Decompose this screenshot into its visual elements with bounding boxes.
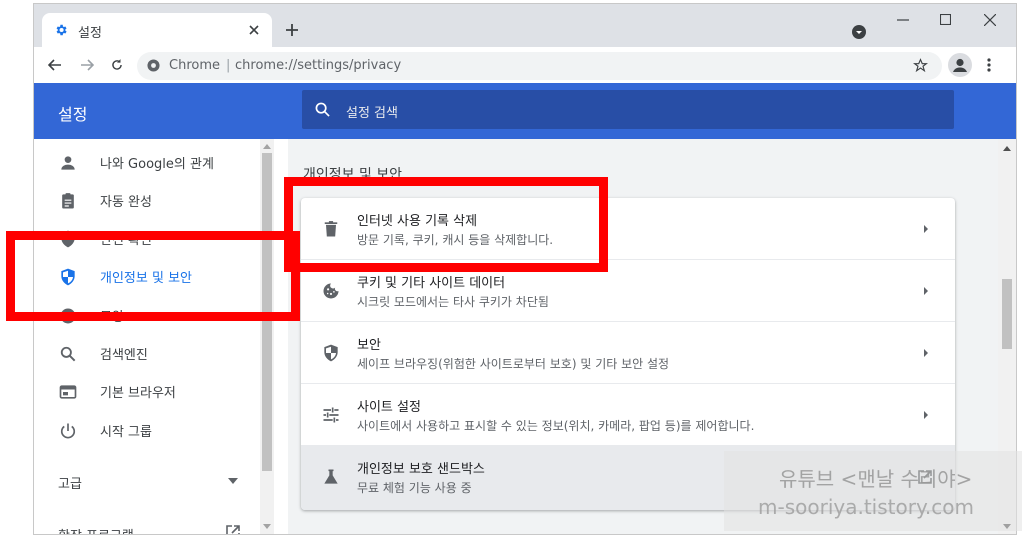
tab-settings[interactable]: 설정: [42, 13, 272, 47]
row-title: 쿠키 및 기타 사이트 데이터: [357, 276, 506, 291]
highlight-box-privacy-menu: [6, 231, 300, 321]
main-scroll-thumb[interactable]: [1002, 279, 1012, 349]
row-subtitle: 시크릿 모드에서는 타사 쿠키가 차단됨: [357, 295, 549, 309]
title-bar: 설정: [34, 4, 1016, 47]
gear-icon: [56, 24, 67, 36]
search-input[interactable]: 설정 검색: [302, 90, 954, 129]
sidebar-item-on-startup[interactable]: 시작 그룹: [34, 411, 264, 449]
back-icon[interactable]: [48, 59, 62, 71]
minimize-icon[interactable]: [897, 18, 909, 22]
address-separator: |: [226, 58, 231, 73]
maximize-icon[interactable]: [940, 14, 951, 25]
sidebar-item-label: 시작 그룹: [100, 425, 152, 440]
sidebar-advanced[interactable]: 고급: [34, 465, 260, 495]
row-title: 개인정보 보호 샌드박스: [357, 462, 485, 477]
tab-title: 설정: [78, 26, 102, 41]
star-icon[interactable]: [913, 58, 928, 73]
sliders-icon: [323, 407, 339, 423]
scroll-down-icon[interactable]: [263, 524, 271, 529]
sidebar-scrollbar[interactable]: [260, 139, 274, 534]
sidebar-item-label: 기본 브라우저: [100, 386, 176, 401]
watermark: 유튜브 <맨날 수리야> m-sooriya.tistory.com: [724, 451, 1022, 531]
advanced-label: 고급: [58, 477, 82, 492]
flask-icon: [324, 469, 338, 484]
power-icon: [60, 423, 76, 439]
sidebar-item-label: 자동 완성: [100, 195, 152, 210]
chevron-right-icon: [924, 349, 928, 357]
row-subtitle: 무료 체험 기능 사용 중: [357, 481, 472, 495]
sidebar-item-default-browser[interactable]: 기본 브라우저: [34, 372, 264, 410]
page-title: 설정: [58, 105, 88, 124]
search-icon: [60, 346, 76, 362]
cookie-icon: [323, 283, 339, 299]
settings-header: 설정 설정 검색: [34, 83, 1016, 139]
shield-icon: [324, 344, 338, 362]
avatar-icon[interactable]: [948, 53, 972, 77]
row-security[interactable]: 보안 세이프 브라우징(위험한 사이트로부터 보호) 및 기타 보안 설정: [301, 322, 955, 384]
menu-icon[interactable]: [987, 58, 991, 72]
search-icon: [315, 102, 330, 117]
row-title: 사이트 설정: [357, 400, 421, 415]
sidebar-item-autofill[interactable]: 자동 완성: [34, 181, 264, 219]
scroll-up-icon[interactable]: [263, 144, 271, 149]
sidebar-item-google[interactable]: 나와 Google의 관계: [34, 143, 264, 181]
search-placeholder: 설정 검색: [346, 106, 398, 121]
highlight-box-clear-data: [284, 177, 608, 272]
chevron-right-icon: [924, 411, 928, 419]
sidebar-item-label: 검색엔진: [100, 348, 148, 363]
sidebar-item-label: 나와 Google의 관계: [100, 157, 214, 172]
row-title: 보안: [357, 338, 381, 353]
sidebar: 나와 Google의 관계 자동 완성 안전 확인 개인정보 및 보안 모양 검…: [34, 139, 274, 534]
address-site-label: Chrome: [169, 58, 220, 73]
scroll-up-icon[interactable]: [1003, 146, 1011, 151]
row-subtitle: 세이프 브라우징(위험한 사이트로부터 보호) 및 기타 보안 설정: [357, 357, 670, 371]
forward-icon[interactable]: [80, 59, 94, 71]
address-url: chrome://settings/privacy: [235, 58, 402, 73]
clipboard-icon: [62, 193, 74, 209]
watermark-line2: m-sooriya.tistory.com: [758, 495, 974, 519]
toolbar: Chrome | chrome://settings/privacy: [34, 47, 1016, 83]
profile-menu-icon[interactable]: [852, 25, 866, 39]
browser-icon: [59, 385, 77, 399]
window-close-icon[interactable]: [984, 14, 996, 26]
sidebar-extensions[interactable]: 확장 프로그램: [34, 519, 260, 534]
watermark-line1: 유튜브 <맨날 수리야>: [779, 467, 973, 491]
chevron-right-icon: [924, 225, 928, 233]
chevron-right-icon: [924, 287, 928, 295]
person-icon: [61, 156, 75, 170]
chevron-down-icon: [228, 478, 238, 484]
reload-icon[interactable]: [110, 58, 124, 72]
open-in-new-icon: [226, 525, 240, 534]
row-subtitle: 사이트에서 사용하고 표시할 수 있는 정보(위치, 카메라, 팝업 등)를 제…: [357, 419, 755, 433]
new-tab-icon[interactable]: [286, 24, 298, 36]
close-icon[interactable]: [249, 25, 259, 35]
extensions-label: 확장 프로그램: [58, 525, 134, 534]
sidebar-item-search-engine[interactable]: 검색엔진: [34, 334, 264, 372]
address-bar[interactable]: Chrome | chrome://settings/privacy: [137, 52, 942, 80]
chrome-icon: [147, 59, 160, 72]
row-site-settings[interactable]: 사이트 설정 사이트에서 사용하고 표시할 수 있는 정보(위치, 카메라, 팝…: [301, 384, 955, 446]
